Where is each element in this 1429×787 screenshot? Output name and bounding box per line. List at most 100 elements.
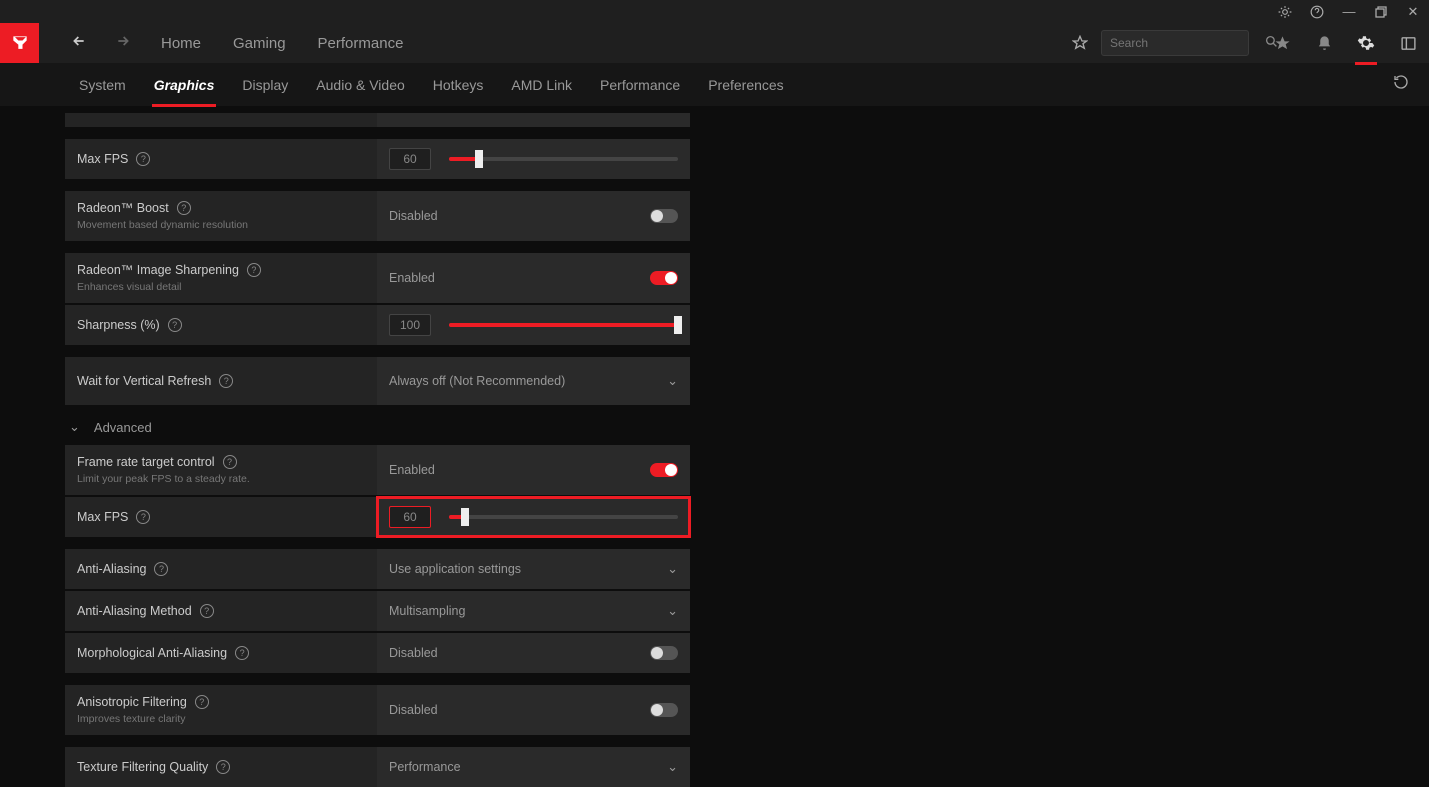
aniso-status: Disabled	[389, 703, 650, 717]
help-icon[interactable]: ?	[223, 455, 237, 469]
sharpening-toggle[interactable]	[650, 271, 678, 285]
chevron-down-icon: ⌄	[667, 561, 678, 577]
morph-aa-toggle[interactable]	[650, 646, 678, 660]
settings-icon[interactable]	[1345, 23, 1387, 63]
chevron-down-icon: ⌄	[667, 759, 678, 775]
help-icon[interactable]	[1309, 4, 1325, 20]
star-icon[interactable]	[1261, 23, 1303, 63]
chevron-down-icon: ⌄	[69, 419, 80, 435]
help-icon[interactable]: ?	[219, 374, 233, 388]
row-texture-quality: Texture Filtering Quality? Performance ⌄	[65, 747, 690, 787]
row-sharpness: Sharpness (%)?	[65, 305, 690, 345]
max-fps-label: Max FPS	[77, 152, 128, 166]
help-icon[interactable]: ?	[195, 695, 209, 709]
maximize-icon[interactable]	[1373, 4, 1389, 20]
tab-display[interactable]: Display	[228, 63, 302, 107]
aa-label: Anti-Aliasing	[77, 562, 146, 576]
tab-hotkeys[interactable]: Hotkeys	[419, 63, 498, 107]
row-max-fps-advanced: Max FPS?	[65, 497, 690, 537]
tab-performance[interactable]: Performance	[586, 63, 694, 107]
max-fps-input[interactable]	[389, 148, 431, 170]
tab-preferences[interactable]: Preferences	[694, 63, 797, 107]
boost-label: Radeon™ Boost	[77, 201, 169, 215]
nav-performance[interactable]: Performance	[302, 23, 420, 63]
tab-graphics[interactable]: Graphics	[140, 63, 229, 107]
aniso-label: Anisotropic Filtering	[77, 695, 187, 709]
tab-amd-link[interactable]: AMD Link	[497, 63, 586, 107]
help-icon[interactable]: ?	[154, 562, 168, 576]
aa-dropdown[interactable]: Use application settings ⌄	[377, 549, 690, 589]
tab-audio-video[interactable]: Audio & Video	[302, 63, 418, 107]
advanced-label: Advanced	[94, 420, 152, 435]
boost-status: Disabled	[389, 209, 650, 223]
panel-icon[interactable]	[1387, 23, 1429, 63]
tex-quality-dropdown[interactable]: Performance ⌄	[377, 747, 690, 787]
max-fps-2-input[interactable]	[389, 506, 431, 528]
chevron-down-icon: ⌄	[667, 373, 678, 389]
row-frtc: Frame rate target control? Limit your pe…	[65, 445, 690, 495]
help-icon[interactable]: ?	[235, 646, 249, 660]
max-fps-slider[interactable]	[449, 157, 678, 161]
max-fps-2-label: Max FPS	[77, 510, 128, 524]
reset-icon[interactable]	[1373, 74, 1429, 95]
max-fps-2-slider[interactable]	[449, 515, 678, 519]
window-titlebar: — ✕	[0, 0, 1429, 23]
row-morph-aa: Morphological Anti-Aliasing? Disabled	[65, 633, 690, 673]
close-icon[interactable]: ✕	[1405, 4, 1421, 20]
aa-value: Use application settings	[389, 562, 667, 576]
settings-content: Max FPS? Radeon™ Boost? Movement based d…	[0, 107, 702, 787]
sharpening-label: Radeon™ Image Sharpening	[77, 263, 239, 277]
sharpness-input[interactable]	[389, 314, 431, 336]
morph-aa-status: Disabled	[389, 646, 650, 660]
help-icon[interactable]: ?	[216, 760, 230, 774]
morph-aa-label: Morphological Anti-Aliasing	[77, 646, 227, 660]
frtc-label: Frame rate target control	[77, 455, 215, 469]
vsync-value: Always off (Not Recommended)	[389, 374, 667, 388]
forward-arrow-icon[interactable]	[101, 33, 145, 54]
nav-gaming[interactable]: Gaming	[217, 23, 302, 63]
sharpening-status: Enabled	[389, 271, 650, 285]
help-icon[interactable]: ?	[136, 152, 150, 166]
advanced-section-toggle[interactable]: ⌄ Advanced	[65, 407, 690, 445]
aniso-sub: Improves texture clarity	[77, 713, 365, 725]
row-max-fps: Max FPS?	[65, 139, 690, 179]
sharpening-sub: Enhances visual detail	[77, 281, 365, 293]
row-partial-top	[65, 113, 690, 127]
minimize-icon[interactable]: —	[1341, 4, 1357, 20]
tex-quality-value: Performance	[389, 760, 667, 774]
vsync-label: Wait for Vertical Refresh	[77, 374, 211, 388]
aa-method-label: Anti-Aliasing Method	[77, 604, 192, 618]
settings-tabs: System Graphics Display Audio & Video Ho…	[0, 63, 1429, 107]
row-aa-method: Anti-Aliasing Method? Multisampling ⌄	[65, 591, 690, 631]
frtc-toggle[interactable]	[650, 463, 678, 477]
boost-sub: Movement based dynamic resolution	[77, 219, 365, 231]
help-icon[interactable]: ?	[136, 510, 150, 524]
back-arrow-icon[interactable]	[57, 33, 101, 54]
help-icon[interactable]: ?	[168, 318, 182, 332]
row-radeon-boost: Radeon™ Boost? Movement based dynamic re…	[65, 191, 690, 241]
bug-icon[interactable]	[1277, 4, 1293, 20]
sharpness-slider[interactable]	[449, 323, 678, 327]
boost-toggle[interactable]	[650, 209, 678, 223]
row-anisotropic: Anisotropic Filtering? Improves texture …	[65, 685, 690, 735]
row-anti-aliasing: Anti-Aliasing? Use application settings …	[65, 549, 690, 589]
row-image-sharpening: Radeon™ Image Sharpening? Enhances visua…	[65, 253, 690, 303]
aniso-toggle[interactable]	[650, 703, 678, 717]
amd-logo[interactable]	[0, 23, 39, 63]
tab-system[interactable]: System	[65, 63, 140, 107]
nav-home[interactable]: Home	[145, 23, 217, 63]
vsync-dropdown[interactable]: Always off (Not Recommended) ⌄	[377, 357, 690, 405]
main-nav: Home Gaming Performance	[0, 23, 1429, 63]
frtc-status: Enabled	[389, 463, 650, 477]
search-box[interactable]	[1101, 30, 1249, 56]
favorite-icon[interactable]	[1059, 23, 1101, 63]
help-icon[interactable]: ?	[200, 604, 214, 618]
bell-icon[interactable]	[1303, 23, 1345, 63]
sharpness-label: Sharpness (%)	[77, 318, 160, 332]
help-icon[interactable]: ?	[177, 201, 191, 215]
frtc-sub: Limit your peak FPS to a steady rate.	[77, 473, 365, 485]
row-vsync: Wait for Vertical Refresh? Always off (N…	[65, 357, 690, 405]
help-icon[interactable]: ?	[247, 263, 261, 277]
search-input[interactable]	[1110, 36, 1265, 50]
aa-method-dropdown[interactable]: Multisampling ⌄	[377, 591, 690, 631]
